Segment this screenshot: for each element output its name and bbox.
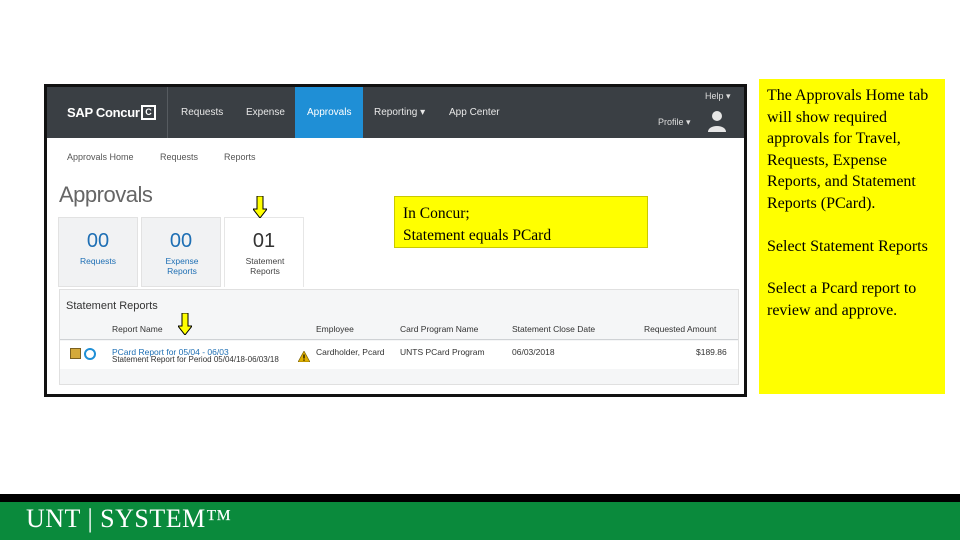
table-row[interactable]: PCard Report for 05/04 - 06/03 Statement…: [60, 341, 738, 369]
table-header: Report Name Employee Card Program Name S…: [60, 318, 738, 340]
nav-divider: [167, 87, 168, 138]
unt-system-logo: UNT | SYSTEM™: [26, 504, 232, 533]
col-report-name[interactable]: Report Name: [112, 324, 163, 334]
nav-app-center[interactable]: App Center: [449, 87, 500, 138]
tile-label: Requests: [80, 256, 116, 266]
nav-reporting[interactable]: Reporting ▾: [374, 87, 425, 138]
pcard-callout: In Concur; Statement equals PCard: [394, 196, 648, 248]
footer-rule: [0, 494, 960, 502]
callout-line: In Concur;: [403, 205, 470, 222]
concur-logo-icon: C: [141, 105, 156, 120]
col-card-program[interactable]: Card Program Name: [400, 324, 478, 334]
statement-reports-panel: Statement Reports Report Name Employee C…: [59, 289, 739, 385]
help-menu[interactable]: Help ▾: [705, 91, 731, 102]
tile-count: 00: [169, 230, 193, 252]
tile-requests[interactable]: 00 Requests: [58, 217, 138, 287]
tile-count: 01: [252, 230, 276, 252]
requested-amount: $189.86: [696, 347, 727, 357]
tile-count: 00: [86, 230, 110, 252]
arrow-down-icon: [253, 196, 267, 218]
arrow-down-icon: [178, 313, 192, 335]
instruction-paragraph: Select a Pcard report to review and appr…: [767, 280, 917, 319]
panel-title: Statement Reports: [66, 300, 158, 312]
user-avatar-icon[interactable]: [707, 109, 727, 133]
subnav-reports[interactable]: Reports: [224, 152, 256, 162]
tile-statement-reports[interactable]: 01 Statement Reports: [224, 217, 304, 287]
sub-nav: Approvals Home Requests Reports: [47, 138, 744, 174]
sap-concur-logo: SAP Concur: [67, 105, 140, 120]
page-title: Approvals: [59, 182, 153, 207]
col-employee[interactable]: Employee: [316, 324, 354, 334]
col-close-date[interactable]: Statement Close Date: [512, 324, 595, 334]
top-nav-bar: SAP Concur C Requests Expense Approvals …: [47, 87, 744, 138]
card-program-name: UNTS PCard Program: [400, 347, 485, 357]
profile-menu[interactable]: Profile ▾: [658, 117, 691, 128]
nav-expense[interactable]: Expense: [246, 87, 285, 138]
subnav-approvals-home[interactable]: Approvals Home: [67, 152, 134, 162]
report-period: Statement Report for Period 05/04/18-06/…: [112, 355, 279, 364]
statement-close-date: 06/03/2018: [512, 347, 555, 357]
tile-expense-reports[interactable]: 00 Expense Reports: [141, 217, 221, 287]
warning-icon: [298, 351, 310, 362]
tile-label: Expense Reports: [165, 256, 199, 276]
employee-name: Cardholder, Pcard: [316, 347, 385, 357]
tile-label: Statement Reports: [245, 256, 285, 276]
report-lock-icon: [70, 348, 81, 359]
col-amount[interactable]: Requested Amount: [644, 324, 716, 334]
callout-line: Statement equals PCard: [403, 227, 552, 244]
report-status-icon: [84, 348, 96, 360]
instruction-paragraph: The Approvals Home tab will show require…: [767, 87, 929, 212]
nav-requests[interactable]: Requests: [181, 87, 223, 138]
instructions-callout: The Approvals Home tab will show require…: [759, 79, 945, 394]
nav-approvals[interactable]: Approvals: [295, 87, 364, 138]
subnav-requests[interactable]: Requests: [160, 152, 198, 162]
instruction-paragraph: Select Statement Reports: [767, 237, 928, 255]
